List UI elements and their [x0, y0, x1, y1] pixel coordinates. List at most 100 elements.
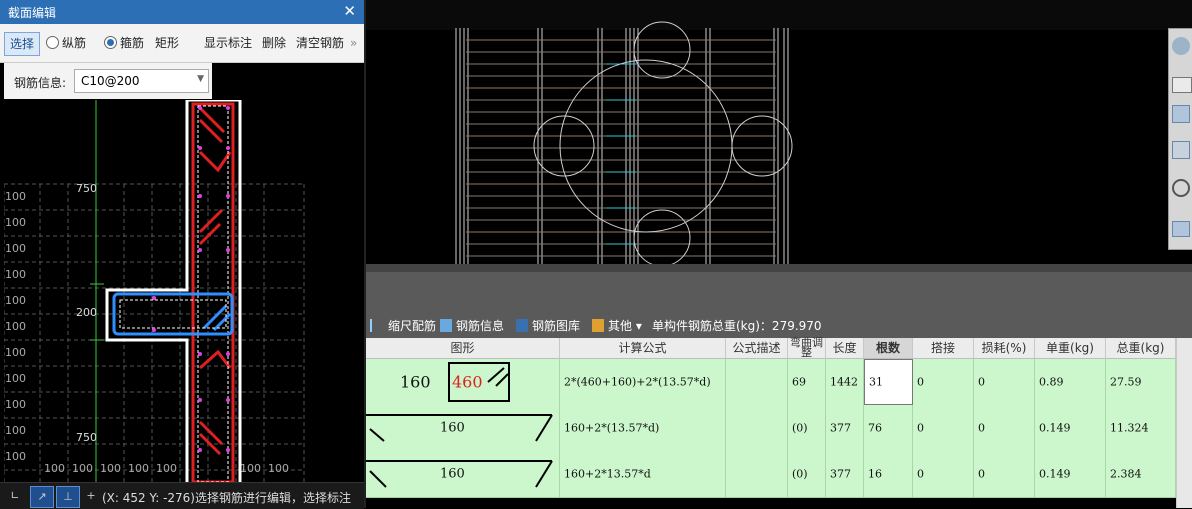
desc-cell[interactable]	[726, 451, 788, 497]
rebar-info-combo[interactable]: C10@200 ▼	[74, 69, 209, 93]
show-label-button[interactable]: 显示标注	[204, 32, 252, 54]
ortho-icon[interactable]: ⊥	[56, 486, 80, 508]
length-text: 377	[830, 421, 851, 435]
delete-button[interactable]: 删除	[262, 32, 286, 54]
count-cell[interactable]: 16	[864, 451, 913, 497]
rebar-info-value: C10@200	[81, 74, 140, 88]
rebar-info-button[interactable]: 钢筋信息	[440, 317, 504, 334]
count-cell-editing[interactable]: 31	[864, 359, 913, 405]
table-row[interactable]: 160 460 2*(460+160)+2*(13.57*d) 69 1442 …	[366, 359, 1176, 406]
clear-rebar-button[interactable]: 清空钢筋	[296, 32, 344, 54]
dim-label-top: 750	[76, 182, 97, 195]
col-header-lap[interactable]: 搭接	[913, 338, 974, 359]
more-icon[interactable]: »	[350, 32, 357, 54]
rotate-icon[interactable]	[1172, 179, 1190, 197]
bend-cell[interactable]: (0)	[788, 405, 826, 451]
total-weight-cell[interactable]: 11.324	[1106, 405, 1176, 451]
stirrup-label: 箍筋	[120, 36, 145, 50]
grid-label: 100	[5, 268, 26, 281]
formula-cell[interactable]: 2*(460+160)+2*(13.57*d)	[560, 359, 726, 405]
count-cell[interactable]: 76	[864, 405, 913, 451]
col-header-total-weight[interactable]: 总重(kg)	[1106, 338, 1176, 359]
loss-text: 0	[978, 467, 985, 481]
other-icon	[592, 319, 604, 332]
formula-cell[interactable]: 160+2*(13.57*d)	[560, 405, 726, 451]
col-header-shape[interactable]: 图形	[366, 338, 560, 359]
bend-cell[interactable]: 69	[788, 359, 826, 405]
stirrup-radio[interactable]: 箍筋	[104, 32, 144, 54]
scale-rebar-button[interactable]: 缩尺配筋	[370, 317, 436, 334]
rebar-info-panel: 钢筋信息: C10@200 ▼	[4, 63, 212, 99]
lap-text: 0	[917, 375, 924, 389]
loss-cell[interactable]: 0	[974, 405, 1035, 451]
cube-icon[interactable]	[1172, 105, 1190, 123]
grid-label: 100	[44, 462, 65, 475]
section-edit-dialog: 截面编辑 ✕ 选择 纵筋 箍筋 矩形 显示标注 删除 清空钢筋 » 钢筋信息: …	[0, 0, 364, 509]
globe-icon[interactable]	[1172, 37, 1190, 55]
col-header-count[interactable]: 根数	[864, 338, 913, 359]
box-icon[interactable]	[1172, 141, 1190, 159]
grid-view-icon[interactable]	[1172, 221, 1190, 237]
length-cell[interactable]: 1442	[826, 359, 864, 405]
length-cell[interactable]: 377	[826, 451, 864, 497]
total-weight-cell[interactable]: 27.59	[1106, 359, 1176, 405]
bend-cell[interactable]: (0)	[788, 451, 826, 497]
formula-text: 2*(460+160)+2*(13.57*d)	[564, 375, 711, 389]
view-2d-icon[interactable]	[1172, 77, 1192, 93]
desc-cell[interactable]	[726, 405, 788, 451]
grid-label: 100	[5, 190, 26, 203]
shape-cell[interactable]: 160	[366, 405, 560, 451]
col-header-formula[interactable]: 计算公式	[560, 338, 726, 359]
formula-cell[interactable]: 160+2*13.57*d	[560, 451, 726, 497]
unit-weight-cell[interactable]: 0.149	[1035, 451, 1106, 497]
view-cube-toolbar	[1168, 28, 1192, 250]
dim-label-bottom: 750	[76, 431, 97, 444]
dim-icon[interactable]: +	[80, 486, 102, 506]
col-header-bend[interactable]: 弯曲调整	[788, 337, 826, 359]
scale-label: 缩尺配筋	[388, 319, 437, 333]
count-text: 16	[868, 467, 882, 481]
table-row[interactable]: 160 160+2*(13.57*d) (0) 377 76 0 0 0.149…	[366, 405, 1176, 452]
length-cell[interactable]: 377	[826, 405, 864, 451]
section-canvas[interactable]: 100 100 100 100 100 100 100 100 100 100 …	[4, 100, 361, 482]
lap-cell[interactable]: 0	[913, 405, 974, 451]
status-text: (X: 452 Y: -276)选择钢筋进行编辑，选择标注	[102, 491, 351, 505]
unit-weight-cell[interactable]: 0.89	[1035, 359, 1106, 405]
grid-label: 100	[240, 462, 261, 475]
rebar-3d-view[interactable]	[366, 0, 1192, 268]
shape-cell[interactable]: 160	[366, 451, 560, 497]
col-header-length[interactable]: 长度	[826, 338, 864, 359]
orbit-gizmo[interactable]	[533, 21, 793, 267]
lap-cell[interactable]: 0	[913, 451, 974, 497]
lap-cell[interactable]: 0	[913, 359, 974, 405]
shape-dropdown[interactable]: 矩形	[155, 32, 179, 54]
other-dropdown[interactable]: 其他 ▾	[592, 317, 642, 334]
bend-text: (0)	[792, 467, 808, 481]
close-icon[interactable]: ✕	[343, 2, 356, 20]
select-button[interactable]: 选择	[4, 32, 40, 56]
rebar-library-button[interactable]: 钢筋图库	[516, 317, 580, 334]
shape-cell[interactable]: 160 460	[366, 359, 560, 405]
grid-label: 100	[5, 372, 26, 385]
longitudinal-radio[interactable]: 纵筋	[46, 32, 86, 54]
unit-weight-cell[interactable]: 0.149	[1035, 405, 1106, 451]
col-header-unit-weight[interactable]: 单重(kg)	[1035, 338, 1106, 359]
loss-cell[interactable]: 0	[974, 359, 1035, 405]
table-scrollbar[interactable]	[1176, 338, 1192, 508]
grid-label: 100	[5, 398, 26, 411]
panel-header	[366, 272, 1192, 312]
length-text: 377	[830, 467, 851, 481]
col-header-loss[interactable]: 损耗(%)	[974, 338, 1035, 359]
axis-icon[interactable]: ∟	[4, 486, 26, 506]
total-weight-cell[interactable]: 2.384	[1106, 451, 1176, 497]
snap-icon[interactable]: ↗	[30, 486, 54, 508]
loss-cell[interactable]: 0	[974, 451, 1035, 497]
radio-icon	[46, 36, 59, 49]
table-row[interactable]: 160 160+2*13.57*d (0) 377 16 0 0 0.149 2…	[366, 451, 1176, 498]
grid-label: 100	[156, 462, 177, 475]
rebar-table: 图形 计算公式 公式描述 弯曲调整 长度 根数 搭接 损耗(%) 单重(kg) …	[366, 337, 1176, 508]
panel-splitter[interactable]	[366, 264, 1192, 272]
grid-label: 100	[5, 294, 26, 307]
desc-cell[interactable]	[726, 359, 788, 405]
col-header-desc[interactable]: 公式描述	[726, 338, 788, 359]
